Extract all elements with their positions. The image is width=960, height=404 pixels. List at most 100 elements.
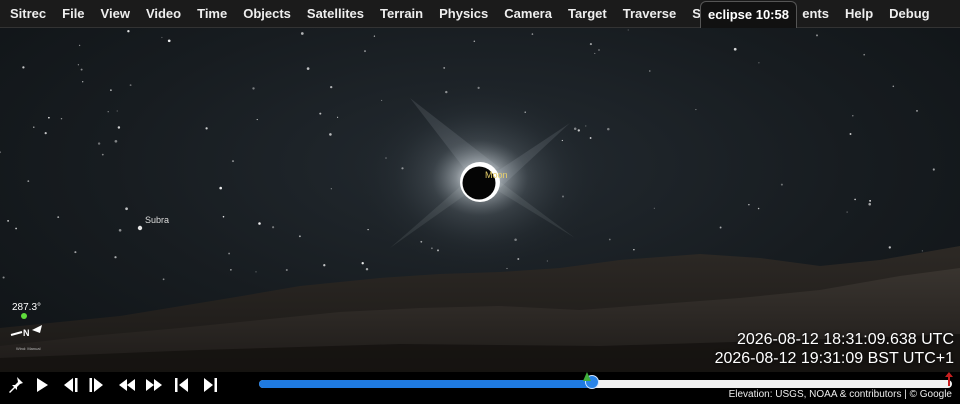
star	[306, 67, 310, 70]
star	[161, 36, 163, 39]
star	[373, 35, 376, 37]
star	[627, 29, 629, 31]
menu-item-debug[interactable]: Debug	[889, 0, 929, 28]
star	[607, 127, 610, 131]
play-icon[interactable]	[32, 376, 52, 394]
menu-item-objects[interactable]: Objects	[243, 0, 291, 28]
star	[57, 216, 60, 219]
star	[594, 52, 596, 54]
star	[863, 53, 866, 56]
rewind-icon[interactable]	[117, 376, 137, 394]
subra-marker[interactable]	[137, 225, 143, 231]
star	[256, 119, 258, 121]
star	[330, 85, 333, 89]
star	[252, 87, 255, 90]
menu-item-ents[interactable]: ents	[802, 0, 829, 28]
time-utc-readout: 2026-08-12 18:31:09.638 UTC	[736, 331, 954, 348]
star	[589, 43, 592, 46]
start-marker-icon	[583, 372, 591, 381]
star	[329, 133, 332, 136]
menu-item-traverse[interactable]: Traverse	[623, 0, 677, 28]
star	[337, 116, 339, 118]
star	[82, 81, 84, 83]
menu-item-sitrec[interactable]: Sitrec	[10, 0, 46, 28]
star	[849, 133, 852, 135]
compass-north-label: N	[23, 328, 30, 338]
subra-label: Subra	[145, 215, 170, 225]
star	[653, 207, 655, 209]
time-local-readout: 2026-08-12 19:31:09 BST UTC+1	[714, 350, 954, 367]
star	[319, 112, 322, 115]
star	[118, 228, 122, 232]
pin-icon[interactable]	[6, 376, 26, 394]
attribution-text: Elevation: USGS, NOAA & contributors | ©…	[728, 389, 952, 400]
star	[748, 204, 750, 206]
window-title-tab[interactable]: eclipse 10:58	[700, 1, 797, 28]
star	[231, 160, 235, 163]
star	[367, 228, 369, 231]
skip-end-icon[interactable]	[200, 376, 220, 394]
menu-item-physics[interactable]: Physics	[439, 0, 488, 28]
star	[255, 271, 257, 273]
menu-bar: Sitrec File View Video Time Objects Satellites…	[0, 0, 960, 28]
playback-controls: Elevation: USGS, NOAA & contributors | ©…	[0, 372, 960, 404]
star	[74, 251, 77, 254]
star	[381, 99, 383, 101]
star	[272, 226, 275, 229]
star	[585, 125, 587, 127]
star	[285, 268, 288, 272]
heading-readout: 287.3°	[12, 302, 42, 313]
star	[531, 33, 534, 35]
menu-item-video[interactable]: Video	[146, 0, 181, 28]
star	[219, 186, 222, 190]
star	[129, 84, 132, 87]
scene-canvas	[0, 29, 960, 372]
star	[116, 110, 118, 112]
star	[7, 219, 10, 222]
heading-marker	[21, 313, 27, 319]
step-back-icon[interactable]	[60, 376, 80, 394]
menu-item-view[interactable]: View	[101, 0, 130, 28]
menu-item-camera[interactable]: Camera	[504, 0, 552, 28]
timeline-progress-fill	[259, 380, 592, 388]
star	[473, 40, 476, 43]
menu-item-time[interactable]: Time	[197, 0, 227, 28]
star	[44, 131, 47, 135]
star	[298, 235, 301, 238]
star	[546, 260, 548, 262]
star	[365, 267, 369, 271]
star	[816, 34, 818, 37]
star	[330, 188, 332, 190]
skip-start-icon[interactable]	[172, 376, 192, 394]
star	[117, 126, 121, 129]
timeline-slider[interactable]	[259, 380, 952, 388]
star	[48, 116, 50, 119]
star	[300, 32, 304, 35]
star	[361, 262, 364, 265]
star	[78, 44, 81, 47]
star	[125, 207, 128, 211]
menu-item-help[interactable]: Help	[845, 0, 873, 28]
star	[114, 256, 117, 259]
star	[733, 47, 737, 51]
star	[60, 117, 63, 120]
star	[77, 64, 80, 66]
wind-mode-text: Wind: Manual	[16, 346, 41, 351]
star	[608, 238, 611, 241]
star	[888, 246, 891, 249]
star	[443, 66, 446, 69]
end-marker-icon	[945, 372, 953, 386]
star	[162, 278, 165, 281]
fast-forward-icon[interactable]	[144, 376, 164, 394]
star	[205, 127, 208, 130]
menu-item-file[interactable]: File	[62, 0, 84, 28]
3d-viewport[interactable]: Subra Moon 287.3° N Wind: Manual 2026-08…	[0, 28, 960, 372]
menu-item-terrain[interactable]: Terrain	[380, 0, 423, 28]
star	[757, 207, 760, 210]
menu-item-satellites[interactable]: Satellites	[307, 0, 364, 28]
star	[932, 168, 935, 171]
star	[33, 126, 35, 128]
moon-label: Moon	[485, 170, 508, 180]
step-forward-icon[interactable]	[87, 376, 107, 394]
menu-item-target[interactable]: Target	[568, 0, 607, 28]
